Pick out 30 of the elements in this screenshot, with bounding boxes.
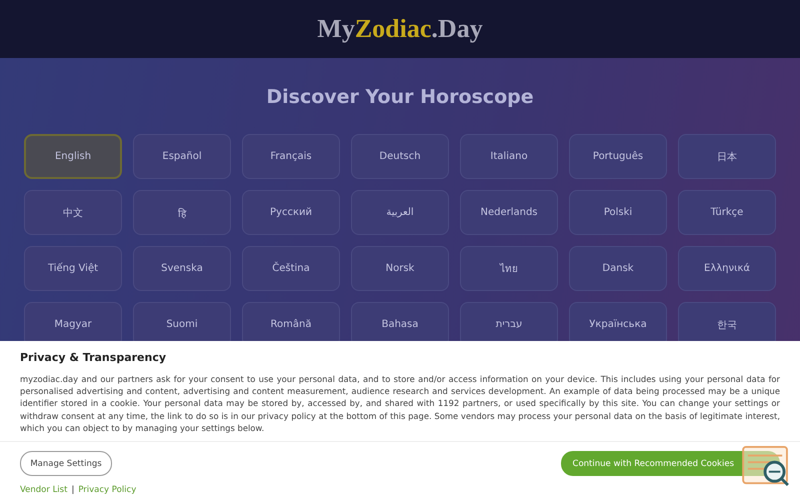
language-button[interactable]: Русский — [242, 190, 340, 235]
language-button[interactable]: Tiếng Việt — [24, 246, 122, 291]
consent-title: Privacy & Transparency — [20, 351, 168, 364]
language-button[interactable]: Svenska — [133, 246, 231, 291]
language-button[interactable]: Deutsch — [351, 134, 449, 179]
language-button[interactable]: Français — [242, 134, 340, 179]
link-separator: | — [71, 485, 74, 496]
vendor-list-link[interactable]: Vendor List — [20, 485, 68, 496]
language-button[interactable]: English — [24, 134, 122, 179]
language-button[interactable]: Türkçe — [678, 190, 776, 235]
language-button[interactable]: Polski — [569, 190, 667, 235]
consent-text: myzodiac.day and our partners ask for your consent to use your personal data, and to store and/or access information on your device. This includes using your personal data for personalised advertising and content, advertising and content measurement, audience research and services development. An example of data being processed may be a unique identifier stored in a cookie. Your personal data may be stored by, accessed by, and shared with 1192 partners, or used specifically by this site. You can change your settings or withdraw consent at any time, the link to do so is in our privacy policy at the bottom of this page. Some vendors may process your personal data on the basis of legitimate interest, which you can object to by managing your settings below. — [20, 373, 780, 434]
language-button[interactable]: ไทย — [460, 246, 558, 291]
language-button[interactable]: Ελληνικά — [678, 246, 776, 291]
language-button[interactable]: Čeština — [242, 246, 340, 291]
language-button[interactable]: Italiano — [460, 134, 558, 179]
manage-settings-button[interactable]: Manage Settings — [20, 451, 112, 476]
privacy-search-icon[interactable] — [742, 446, 790, 486]
language-button[interactable]: Español — [133, 134, 231, 179]
language-button[interactable]: Nederlands — [460, 190, 558, 235]
language-button[interactable]: العربية — [351, 190, 449, 235]
language-button[interactable]: Dansk — [569, 246, 667, 291]
page-heading: Discover Your Horoscope — [266, 86, 534, 108]
language-button[interactable]: 中文 — [24, 190, 122, 235]
language-button[interactable]: हि — [133, 190, 231, 235]
language-button[interactable]: Norsk — [351, 246, 449, 291]
language-button[interactable]: Português — [569, 134, 667, 179]
site-logo[interactable]: MyZodiac.Day — [317, 14, 483, 44]
privacy-policy-link[interactable]: Privacy Policy — [78, 485, 136, 496]
language-button[interactable]: 日本 — [678, 134, 776, 179]
